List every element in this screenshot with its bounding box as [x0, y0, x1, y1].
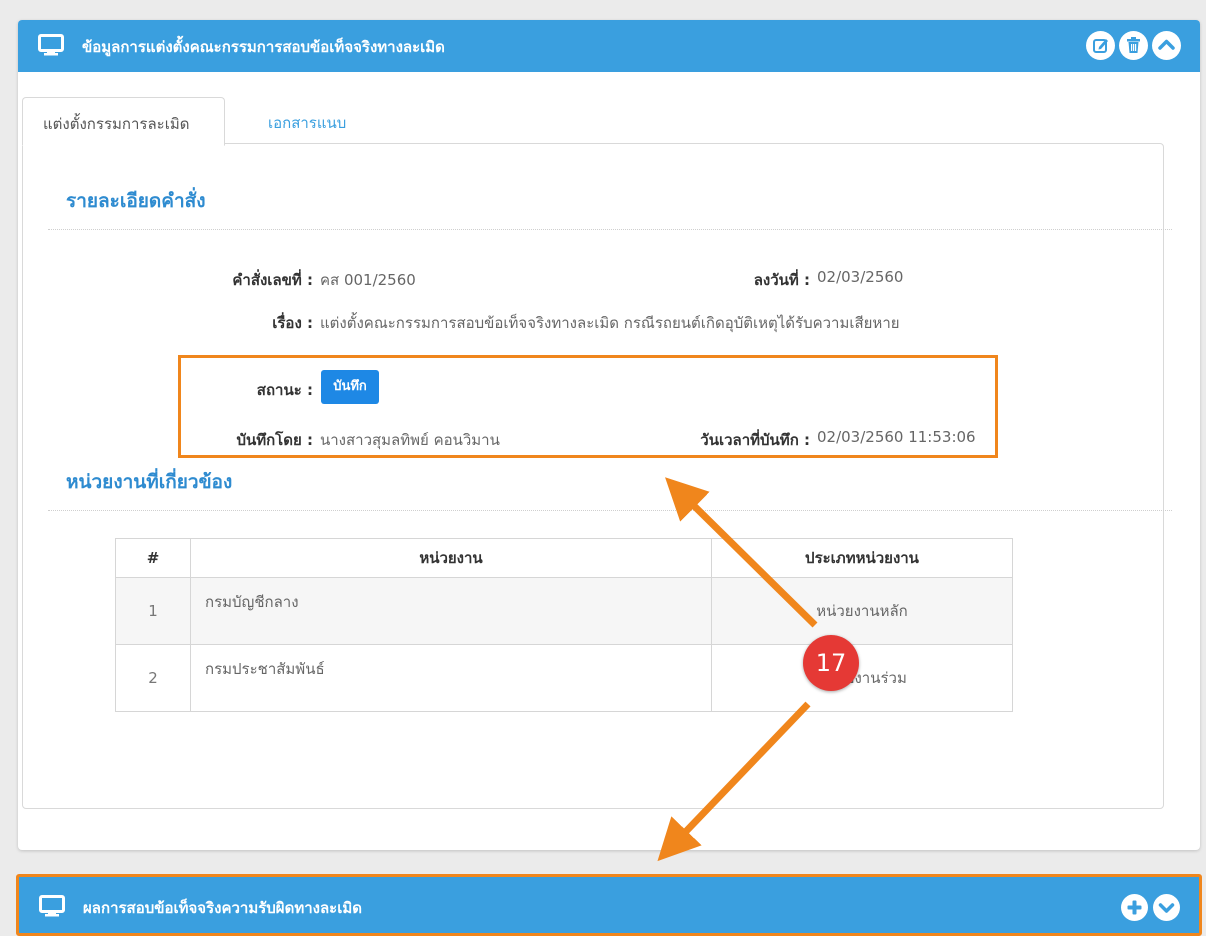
tab-committee-label: แต่งตั้งกรรมการละเมิด — [43, 115, 190, 133]
arrow-down — [657, 701, 811, 862]
step-marker: 17 — [803, 635, 859, 691]
tab-committee[interactable]: แต่งตั้งกรรมการละเมิด — [22, 97, 225, 146]
arrow-up — [665, 477, 818, 628]
